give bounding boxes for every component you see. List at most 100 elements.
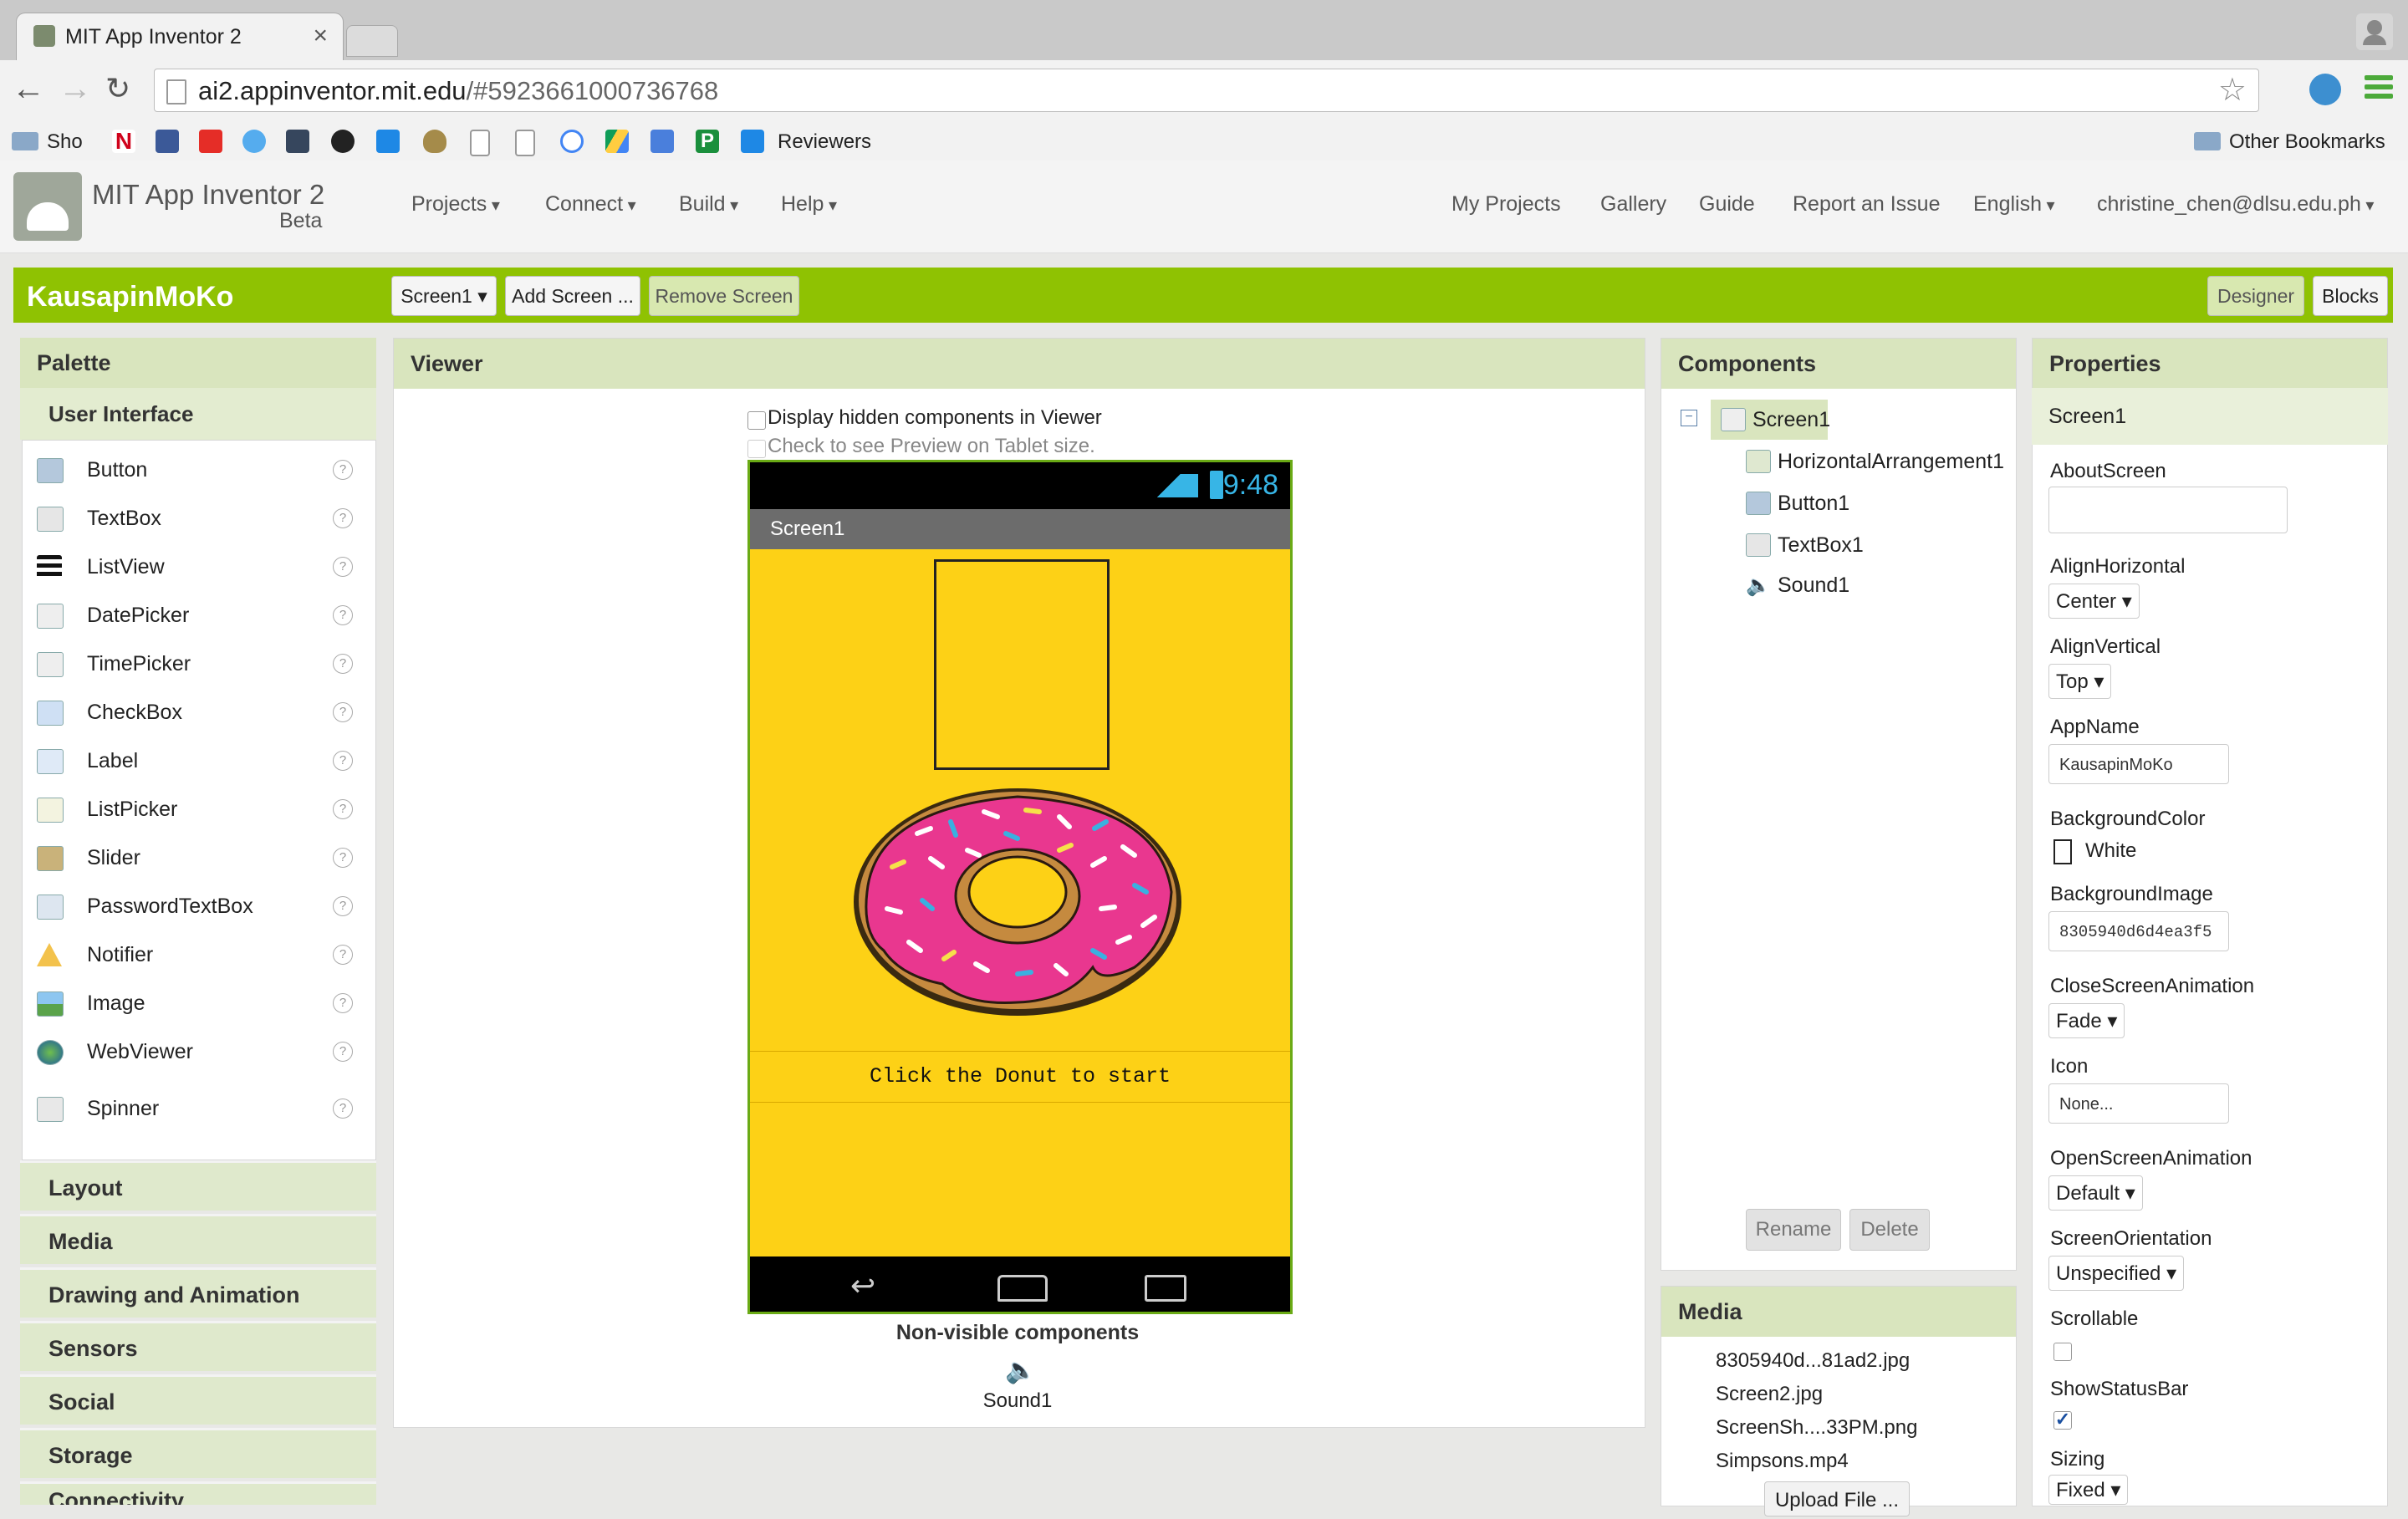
donut-image[interactable] xyxy=(850,775,1185,1022)
help-icon[interactable]: ? xyxy=(333,1042,353,1062)
extension-icon[interactable] xyxy=(2309,74,2341,105)
help-icon[interactable]: ? xyxy=(333,654,353,674)
forward-icon[interactable]: → xyxy=(59,72,92,105)
menu-help[interactable]: Help xyxy=(781,192,837,217)
help-icon[interactable]: ? xyxy=(333,896,353,916)
menu-projects[interactable]: Projects xyxy=(411,192,500,217)
add-screen-button[interactable]: Add Screen ... xyxy=(505,276,640,316)
link-report-issue[interactable]: Report an Issue xyxy=(1793,192,1941,217)
drive-icon[interactable] xyxy=(605,130,629,153)
prop-alignvertical-select[interactable]: Top ▾ xyxy=(2048,664,2112,699)
browser-tab-active[interactable]: MIT App Inventor 2 × xyxy=(17,13,343,60)
palette-item-image[interactable]: Image? xyxy=(20,980,363,1027)
help-icon[interactable]: ? xyxy=(333,605,353,625)
prop-alignhorizontal-select[interactable]: Center ▾ xyxy=(2048,584,2140,619)
palette-category-drawing-animation[interactable]: Drawing and Animation xyxy=(20,1267,376,1318)
bookmark-black-icon[interactable] xyxy=(331,130,355,153)
collapse-tree-icon[interactable]: − xyxy=(1681,410,1697,426)
palette-item-listpicker[interactable]: ListPicker? xyxy=(20,786,363,833)
back-icon[interactable]: ← xyxy=(12,72,45,105)
screen-select[interactable]: Screen1 ▾ xyxy=(391,276,497,316)
palette-category-connectivity[interactable]: Connectivity xyxy=(20,1481,376,1505)
language-menu[interactable]: English xyxy=(1973,192,2055,217)
help-icon[interactable]: ? xyxy=(333,508,353,528)
palette-category-social[interactable]: Social xyxy=(20,1374,376,1425)
palette-item-slider[interactable]: Slider? xyxy=(20,834,363,881)
horizontal-arrangement-preview[interactable] xyxy=(934,559,1110,770)
media-file[interactable]: Simpsons.mp4 xyxy=(1716,1450,1849,1473)
dropbox-icon-2[interactable] xyxy=(741,130,764,153)
page-bookmark-icon-2[interactable] xyxy=(515,130,535,156)
palette-item-label[interactable]: Label? xyxy=(20,737,363,784)
palette-category-user-interface[interactable]: User Interface xyxy=(20,388,376,440)
chrome-menu-icon[interactable] xyxy=(2365,75,2393,105)
p-icon[interactable]: P xyxy=(696,130,719,153)
prop-appname-input[interactable]: KausapinMoKo xyxy=(2048,744,2229,784)
youtube-icon[interactable] xyxy=(199,130,222,153)
prop-showstatusbar-checkbox[interactable]: ✓ xyxy=(2053,1410,2072,1430)
user-menu[interactable]: christine_chen@dlsu.edu.ph xyxy=(2097,192,2374,217)
media-file[interactable]: ScreenSh....33PM.png xyxy=(1716,1416,1917,1440)
designer-button[interactable]: Designer xyxy=(2207,276,2304,316)
palette-item-timepicker[interactable]: TimePicker? xyxy=(20,640,363,687)
menu-build[interactable]: Build xyxy=(679,192,738,217)
palette-item-datepicker[interactable]: DatePicker? xyxy=(20,592,363,639)
help-icon[interactable]: ? xyxy=(333,557,353,577)
media-file[interactable]: Screen2.jpg xyxy=(1716,1383,1823,1406)
link-gallery[interactable]: Gallery xyxy=(1600,192,1666,217)
address-bar[interactable]: ai2.appinventor.mit.edu/#592366100073676… xyxy=(154,69,2259,112)
help-icon[interactable]: ? xyxy=(333,993,353,1013)
palette-item-passwordtextbox[interactable]: PasswordTextBox? xyxy=(20,883,363,930)
palette-item-webviewer[interactable]: WebViewer? xyxy=(20,1028,363,1075)
close-tab-icon[interactable]: × xyxy=(313,22,328,50)
rename-button[interactable]: Rename xyxy=(1746,1209,1841,1251)
bookmark-star-icon[interactable]: ☆ xyxy=(2218,71,2247,109)
translate-icon[interactable] xyxy=(650,130,674,153)
help-icon[interactable]: ? xyxy=(333,751,353,771)
display-hidden-checkbox[interactable] xyxy=(747,411,766,430)
prop-openscreenanimation-select[interactable]: Default ▾ xyxy=(2048,1175,2143,1211)
palette-item-spinner[interactable]: Spinner? xyxy=(20,1085,363,1132)
prop-closescreenanimation-select[interactable]: Fade ▾ xyxy=(2048,1003,2125,1038)
palette-item-listview[interactable]: ListView? xyxy=(20,543,363,590)
page-bookmark-icon[interactable] xyxy=(470,130,490,156)
palette-item-notifier[interactable]: Notifier? xyxy=(20,931,363,978)
remove-screen-button[interactable]: Remove Screen xyxy=(649,276,799,316)
netflix-icon[interactable]: N xyxy=(112,130,135,153)
upload-file-button[interactable]: Upload File ... xyxy=(1764,1481,1910,1516)
help-icon[interactable]: ? xyxy=(333,799,353,819)
help-icon[interactable]: ? xyxy=(333,1098,353,1119)
new-tab-button[interactable] xyxy=(346,25,398,57)
help-icon[interactable]: ? xyxy=(333,702,353,722)
tumblr-icon[interactable] xyxy=(286,130,309,153)
bookmark-reviewers[interactable]: Reviewers xyxy=(778,130,871,154)
blocks-button[interactable]: Blocks xyxy=(2313,276,2388,316)
dropbox-icon[interactable] xyxy=(376,130,400,153)
palette-category-sensors[interactable]: Sensors xyxy=(20,1321,376,1371)
prop-scrollable-checkbox[interactable] xyxy=(2053,1343,2072,1361)
nonvisible-sound1[interactable]: Sound1 xyxy=(747,1389,1288,1413)
shield-icon[interactable] xyxy=(423,130,446,153)
help-icon[interactable]: ? xyxy=(333,848,353,868)
prop-icon-input[interactable]: None... xyxy=(2048,1083,2229,1124)
facebook-icon[interactable] xyxy=(156,130,179,153)
prop-aboutscreen-input[interactable] xyxy=(2048,487,2288,533)
reload-icon[interactable]: ↻ xyxy=(105,74,130,104)
link-guide[interactable]: Guide xyxy=(1699,192,1755,217)
prop-screenorientation-select[interactable]: Unspecified ▾ xyxy=(2048,1256,2185,1291)
tablet-preview-checkbox[interactable] xyxy=(747,440,766,458)
help-icon[interactable]: ? xyxy=(333,945,353,965)
palette-category-layout[interactable]: Layout xyxy=(20,1160,376,1211)
white-color-swatch[interactable] xyxy=(2053,839,2072,864)
palette-item-checkbox[interactable]: CheckBox? xyxy=(20,689,363,736)
palette-item-textbox[interactable]: TextBox? xyxy=(20,495,363,542)
prop-backgroundcolor-value[interactable]: White xyxy=(2085,839,2136,863)
palette-category-media[interactable]: Media xyxy=(20,1214,376,1264)
media-file[interactable]: 8305940d...81ad2.jpg xyxy=(1716,1349,1910,1373)
prop-sizing-select[interactable]: Fixed ▾ xyxy=(2048,1475,2129,1505)
help-icon[interactable]: ? xyxy=(333,460,353,480)
link-my-projects[interactable]: My Projects xyxy=(1451,192,1561,217)
menu-connect[interactable]: Connect xyxy=(545,192,636,217)
phone-button-preview[interactable]: Click the Donut to start xyxy=(750,1051,1290,1103)
prop-backgroundimage-input[interactable]: 8305940d6d4ea3f5 xyxy=(2048,911,2229,951)
